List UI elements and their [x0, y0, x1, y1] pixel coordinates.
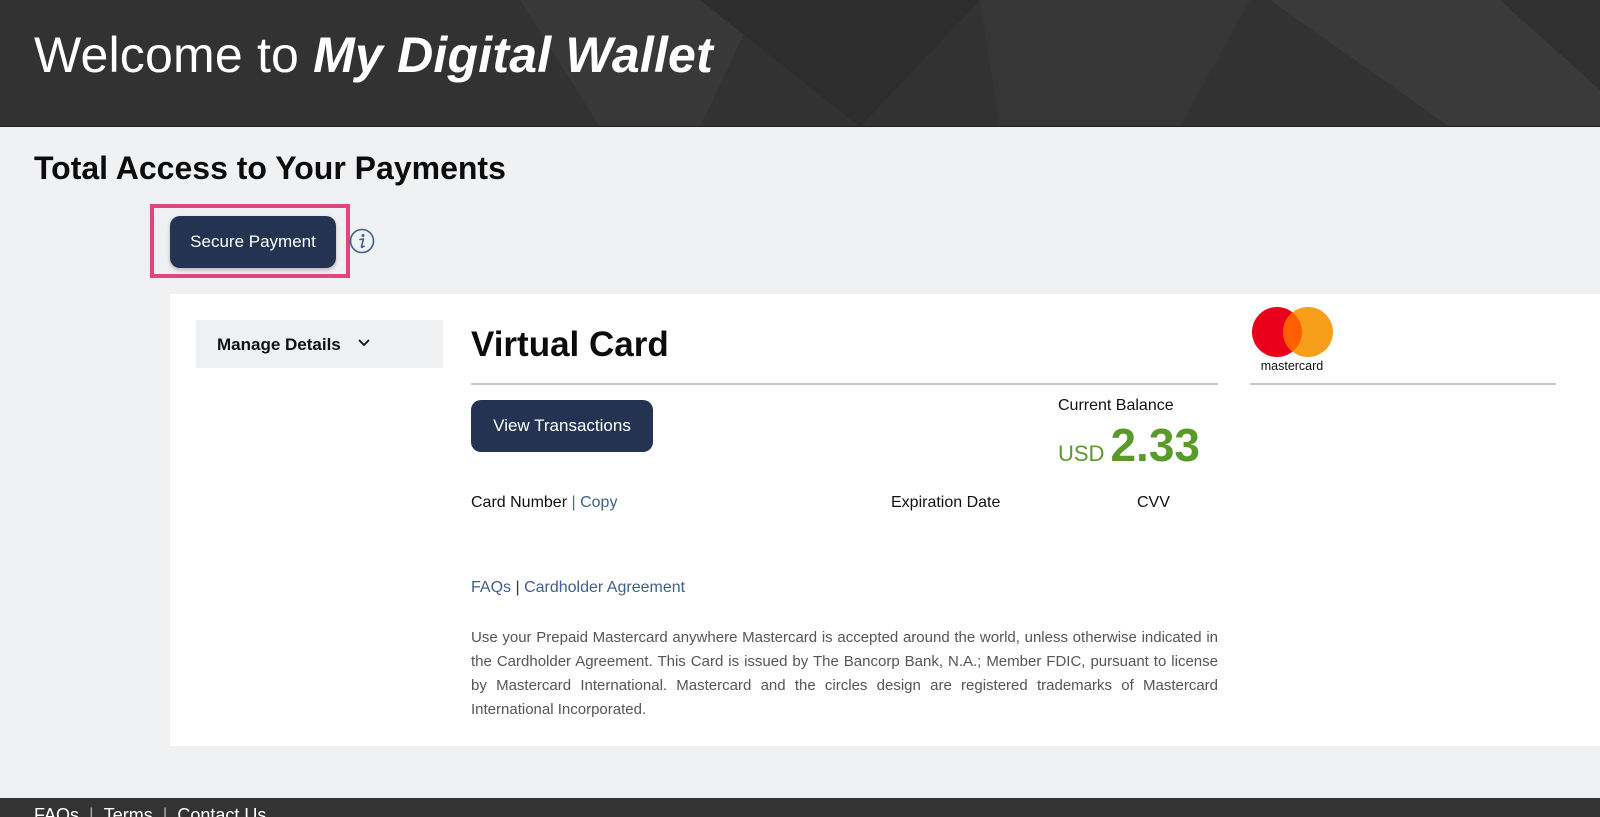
card-number-field: Card Number | Copy — [471, 494, 617, 512]
balance-currency: USD — [1058, 441, 1105, 466]
separator: | — [89, 805, 94, 817]
current-balance: USD 2.33 — [1058, 418, 1200, 472]
manage-details-label: Manage Details — [217, 335, 341, 354]
welcome-title: Welcome to My Digital Wallet — [34, 26, 713, 84]
footer-contact-link[interactable]: Contact Us — [177, 805, 266, 817]
separator: | — [571, 494, 576, 511]
separator: | — [162, 805, 168, 817]
footer-faqs-link[interactable]: FAQs — [34, 805, 79, 817]
faqs-link[interactable]: FAQs — [471, 579, 511, 596]
footer-terms-link[interactable]: Terms — [104, 805, 153, 817]
card-title: Virtual Card — [471, 325, 669, 364]
card-links: FAQs | Cardholder Agreement — [471, 579, 685, 597]
footer: FAQs | Terms | Contact Us — [0, 798, 1600, 817]
app-header: Welcome to My Digital Wallet — [0, 0, 1600, 127]
mastercard-wordmark: mastercard — [1261, 359, 1324, 373]
page-title: Total Access to Your Payments — [34, 150, 506, 186]
copy-card-number-link[interactable]: Copy — [580, 494, 617, 511]
mastercard-logo: mastercard — [1252, 307, 1333, 373]
separator: | — [515, 579, 520, 596]
cardholder-agreement-link[interactable]: Cardholder Agreement — [524, 579, 685, 596]
brand-name: My Digital Wallet — [313, 27, 713, 83]
footer-links: FAQs | Terms | Contact Us — [34, 805, 266, 817]
manage-details-dropdown[interactable]: Manage Details — [196, 320, 443, 368]
current-balance-label: Current Balance — [1058, 397, 1174, 414]
expiration-date-label: Expiration Date — [891, 494, 1001, 511]
welcome-prefix: Welcome to — [34, 27, 300, 83]
logo-divider — [1250, 383, 1556, 385]
view-transactions-button[interactable]: View Transactions — [471, 400, 653, 452]
info-icon[interactable] — [349, 228, 375, 254]
card-panel: Manage Details Virtual Card View Transac… — [170, 294, 1600, 746]
chevron-down-icon — [358, 339, 370, 346]
card-disclaimer: Use your Prepaid Mastercard anywhere Mas… — [471, 629, 1218, 718]
card-number-label: Card Number — [471, 494, 568, 511]
secure-payment-button[interactable]: Secure Payment — [170, 216, 336, 268]
card-divider — [471, 383, 1218, 385]
balance-amount: 2.33 — [1110, 419, 1200, 471]
cvv-label: CVV — [1137, 494, 1170, 511]
